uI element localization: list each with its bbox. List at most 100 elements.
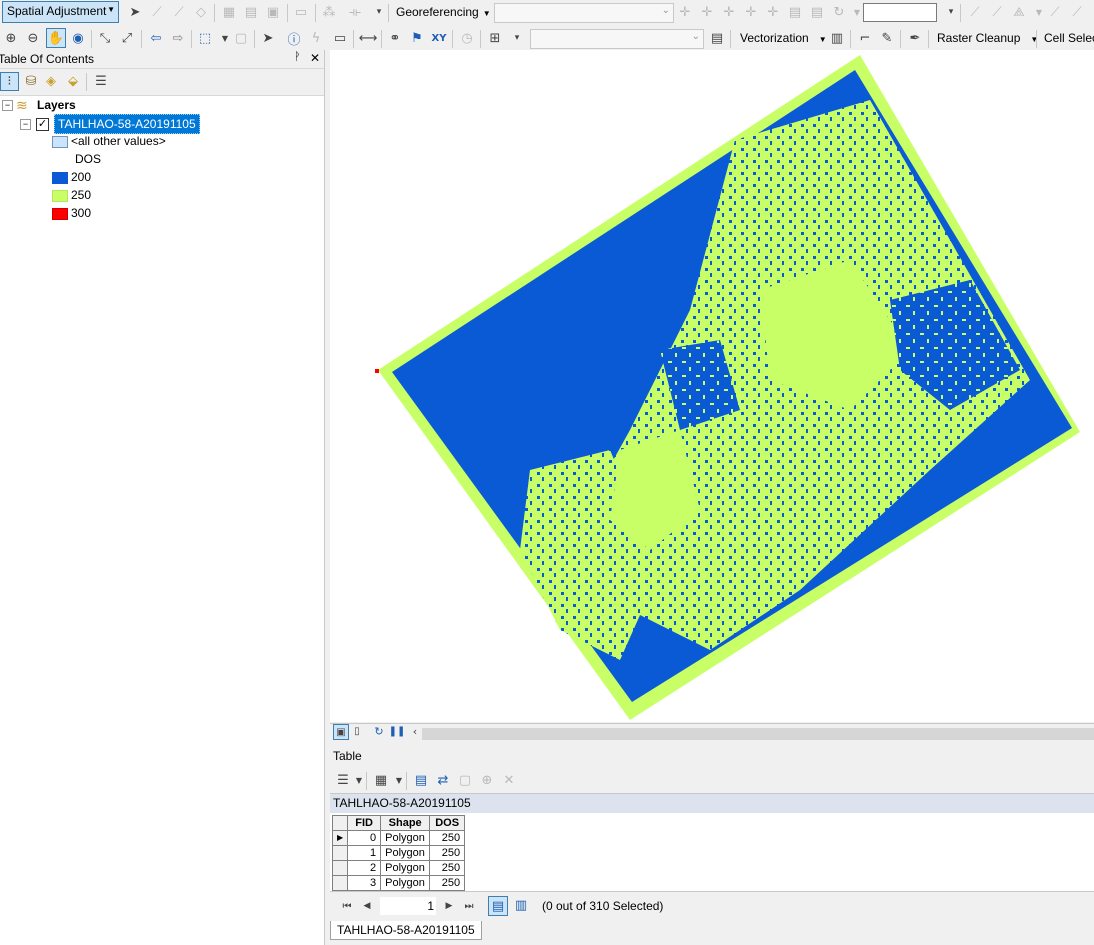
select-by-attributes-icon[interactable]: ▤ <box>412 771 430 789</box>
switch-selection-icon[interactable]: ⇄ <box>434 771 452 789</box>
measure-icon[interactable]: ⟷ <box>359 29 378 47</box>
show-preview-icon[interactable]: ▥ <box>828 29 846 47</box>
refresh-icon[interactable]: ↻ <box>372 724 386 738</box>
edge-match-icon[interactable]: ⁂ <box>320 3 338 21</box>
layers-label[interactable]: Layers <box>37 96 76 114</box>
identify-icon[interactable]: ⓘ <box>285 29 303 48</box>
record-number-input[interactable]: 1 <box>380 897 436 915</box>
previous-record-icon[interactable]: ◀ <box>358 897 376 915</box>
select-features-icon[interactable]: ⬚ <box>196 29 214 47</box>
vectorization-trace-icon[interactable]: ✎ <box>878 29 896 47</box>
toolbar-overflow-icon[interactable]: ▾ <box>370 3 388 21</box>
limited-adjustment-icon[interactable]: ▣ <box>264 3 282 21</box>
delete-link-icon[interactable]: ✛ <box>742 3 760 21</box>
toolbar-overflow-icon[interactable]: ▾ <box>942 3 960 21</box>
rubbersheet-icon[interactable]: ⟛ <box>346 3 364 21</box>
data-view-icon[interactable]: ▣ <box>333 724 349 740</box>
collapse-layers-icon[interactable]: − <box>2 100 13 111</box>
modify-link-icon[interactable]: ⟋ <box>170 3 188 21</box>
attribute-grid[interactable]: FID Shape DOS ▶ 0 Polygon 250 1 Polygon … <box>330 813 1094 891</box>
raster-pin-icon[interactable]: ✒ <box>906 29 924 47</box>
find-binoculars-icon[interactable]: ⚭ <box>386 29 404 47</box>
find-route-icon[interactable]: ⚑ <box>408 29 426 47</box>
forward-extent-icon[interactable]: ⇨ <box>169 29 187 47</box>
toolbar-overflow-icon[interactable]: ▾ <box>508 29 526 47</box>
viewer-icon[interactable]: ▤ <box>808 3 826 21</box>
list-by-drawing-order-icon[interactable]: ⁝ <box>0 72 19 91</box>
table-bottom-tab[interactable]: TAHLHAO-58-A20191105 <box>330 921 482 940</box>
show-selected-records-icon[interactable]: ▥ <box>512 896 530 914</box>
collapse-layer-icon[interactable]: − <box>20 119 31 130</box>
table-row[interactable]: 2 Polygon 250 <box>331 860 466 876</box>
row-selector[interactable] <box>331 875 349 891</box>
show-all-records-icon[interactable]: ▤ <box>488 896 508 916</box>
list-by-selection-icon[interactable]: ⬙ <box>64 72 82 90</box>
vectorization-settings-icon[interactable]: ▤ <box>708 29 726 47</box>
next-record-icon[interactable]: ▶ <box>440 897 458 915</box>
trace-icon[interactable]: ⟋ <box>966 3 984 21</box>
pause-drawing-icon[interactable]: ❚❚ <box>389 724 406 738</box>
multiple-displacement-icon[interactable]: ◇ <box>192 3 210 21</box>
full-extent-globe-icon[interactable]: ◉ <box>69 29 87 47</box>
table-cell-shape[interactable]: Polygon <box>380 830 431 846</box>
row-selector[interactable] <box>331 860 349 876</box>
column-header-fid[interactable]: FID <box>347 815 382 831</box>
new-displacement-link-icon[interactable]: ⟋ <box>148 3 166 21</box>
column-header-shape[interactable]: Shape <box>380 815 431 831</box>
endpoint-arc-icon[interactable]: ⟋ <box>1068 3 1086 21</box>
zoom-out-icon[interactable]: ⊖ <box>24 29 42 47</box>
go-to-xy-icon[interactable]: XY <box>430 29 448 47</box>
horizontal-scrollbar[interactable] <box>422 728 1094 740</box>
time-slider-icon[interactable]: ◷ <box>458 29 476 47</box>
close-icon[interactable]: ✕ <box>310 51 320 65</box>
row-selector-header[interactable] <box>331 815 349 831</box>
zoom-to-selected-link-icon[interactable]: ✛ <box>720 3 738 21</box>
table-row[interactable]: 3 Polygon 250 <box>331 875 466 891</box>
table-cell-fid[interactable]: 1 <box>347 845 382 861</box>
row-selector[interactable] <box>331 845 349 861</box>
table-cell-shape[interactable]: Polygon <box>380 860 431 876</box>
back-extent-icon[interactable]: ⇦ <box>147 29 165 47</box>
pin-icon[interactable]: ᚹ <box>294 51 301 63</box>
rotate-icon[interactable]: ↻ <box>830 3 848 21</box>
view-link-table-icon[interactable]: ▤ <box>786 3 804 21</box>
arc-icon[interactable]: ⟋ <box>1046 3 1064 21</box>
list-by-source-icon[interactable]: ⛁ <box>22 72 40 90</box>
table-cell-dos[interactable]: 250 <box>429 830 466 846</box>
fixed-zoom-in-icon[interactable]: ⤡ <box>96 29 114 47</box>
generate-features-icon[interactable]: ⌐ <box>856 29 874 47</box>
first-record-icon[interactable]: ⏮ <box>338 897 356 915</box>
identity-link-icon[interactable]: ▤ <box>242 3 260 21</box>
clear-selection-icon[interactable]: ▢ <box>232 29 250 47</box>
add-control-points-icon[interactable]: ✛ <box>676 3 694 21</box>
auto-registration-icon[interactable]: ✛ <box>764 3 782 21</box>
column-header-dos[interactable]: DOS <box>429 815 466 831</box>
table-cell-dos[interactable]: 250 <box>429 860 466 876</box>
scroll-left-icon[interactable]: ‹ <box>408 724 422 738</box>
view-link-table-icon[interactable]: ▦ <box>220 3 238 21</box>
create-viewer-window-icon[interactable]: ⊞ <box>486 29 504 47</box>
related-tables-icon[interactable]: ▦ <box>372 771 390 789</box>
table-row[interactable]: 1 Polygon 250 <box>331 845 466 861</box>
html-popup-icon[interactable]: ▭ <box>331 29 349 47</box>
georef-layer-dropdown[interactable]: ⌄ <box>494 3 674 23</box>
cell-selection-menu[interactable]: Cell Selec <box>1044 29 1094 47</box>
select-link-icon[interactable]: ✛ <box>698 3 716 21</box>
select-pointer-icon[interactable]: ➤ <box>126 3 144 21</box>
table-cell-fid[interactable]: 0 <box>347 830 382 846</box>
list-by-visibility-icon[interactable]: ◈ <box>42 72 60 90</box>
vectorization-layer-dropdown[interactable]: ⌄ <box>530 29 704 49</box>
table-cell-dos[interactable]: 250 <box>429 845 466 861</box>
spatial-adjustment-menu[interactable]: Spatial Adjustment ▼ <box>2 1 119 23</box>
row-selector-current[interactable]: ▶ <box>331 830 349 846</box>
table-cell-fid[interactable]: 2 <box>347 860 382 876</box>
table-row[interactable]: ▶ 0 Polygon 250 <box>331 830 466 846</box>
table-cell-shape[interactable]: Polygon <box>380 845 431 861</box>
construction-tool-icon[interactable]: ⟁ <box>1010 3 1028 21</box>
pan-hand-icon[interactable]: ✋ <box>46 28 66 48</box>
table-cell-shape[interactable]: Polygon <box>380 875 431 891</box>
layer-name[interactable]: TAHLHAO-58-A20191105 <box>54 114 200 134</box>
zoom-to-selected-icon[interactable]: ⊕ <box>478 771 496 789</box>
delete-selected-icon[interactable]: ✕ <box>500 771 518 789</box>
vectorization-menu[interactable]: Vectorization ▼ <box>740 29 827 47</box>
